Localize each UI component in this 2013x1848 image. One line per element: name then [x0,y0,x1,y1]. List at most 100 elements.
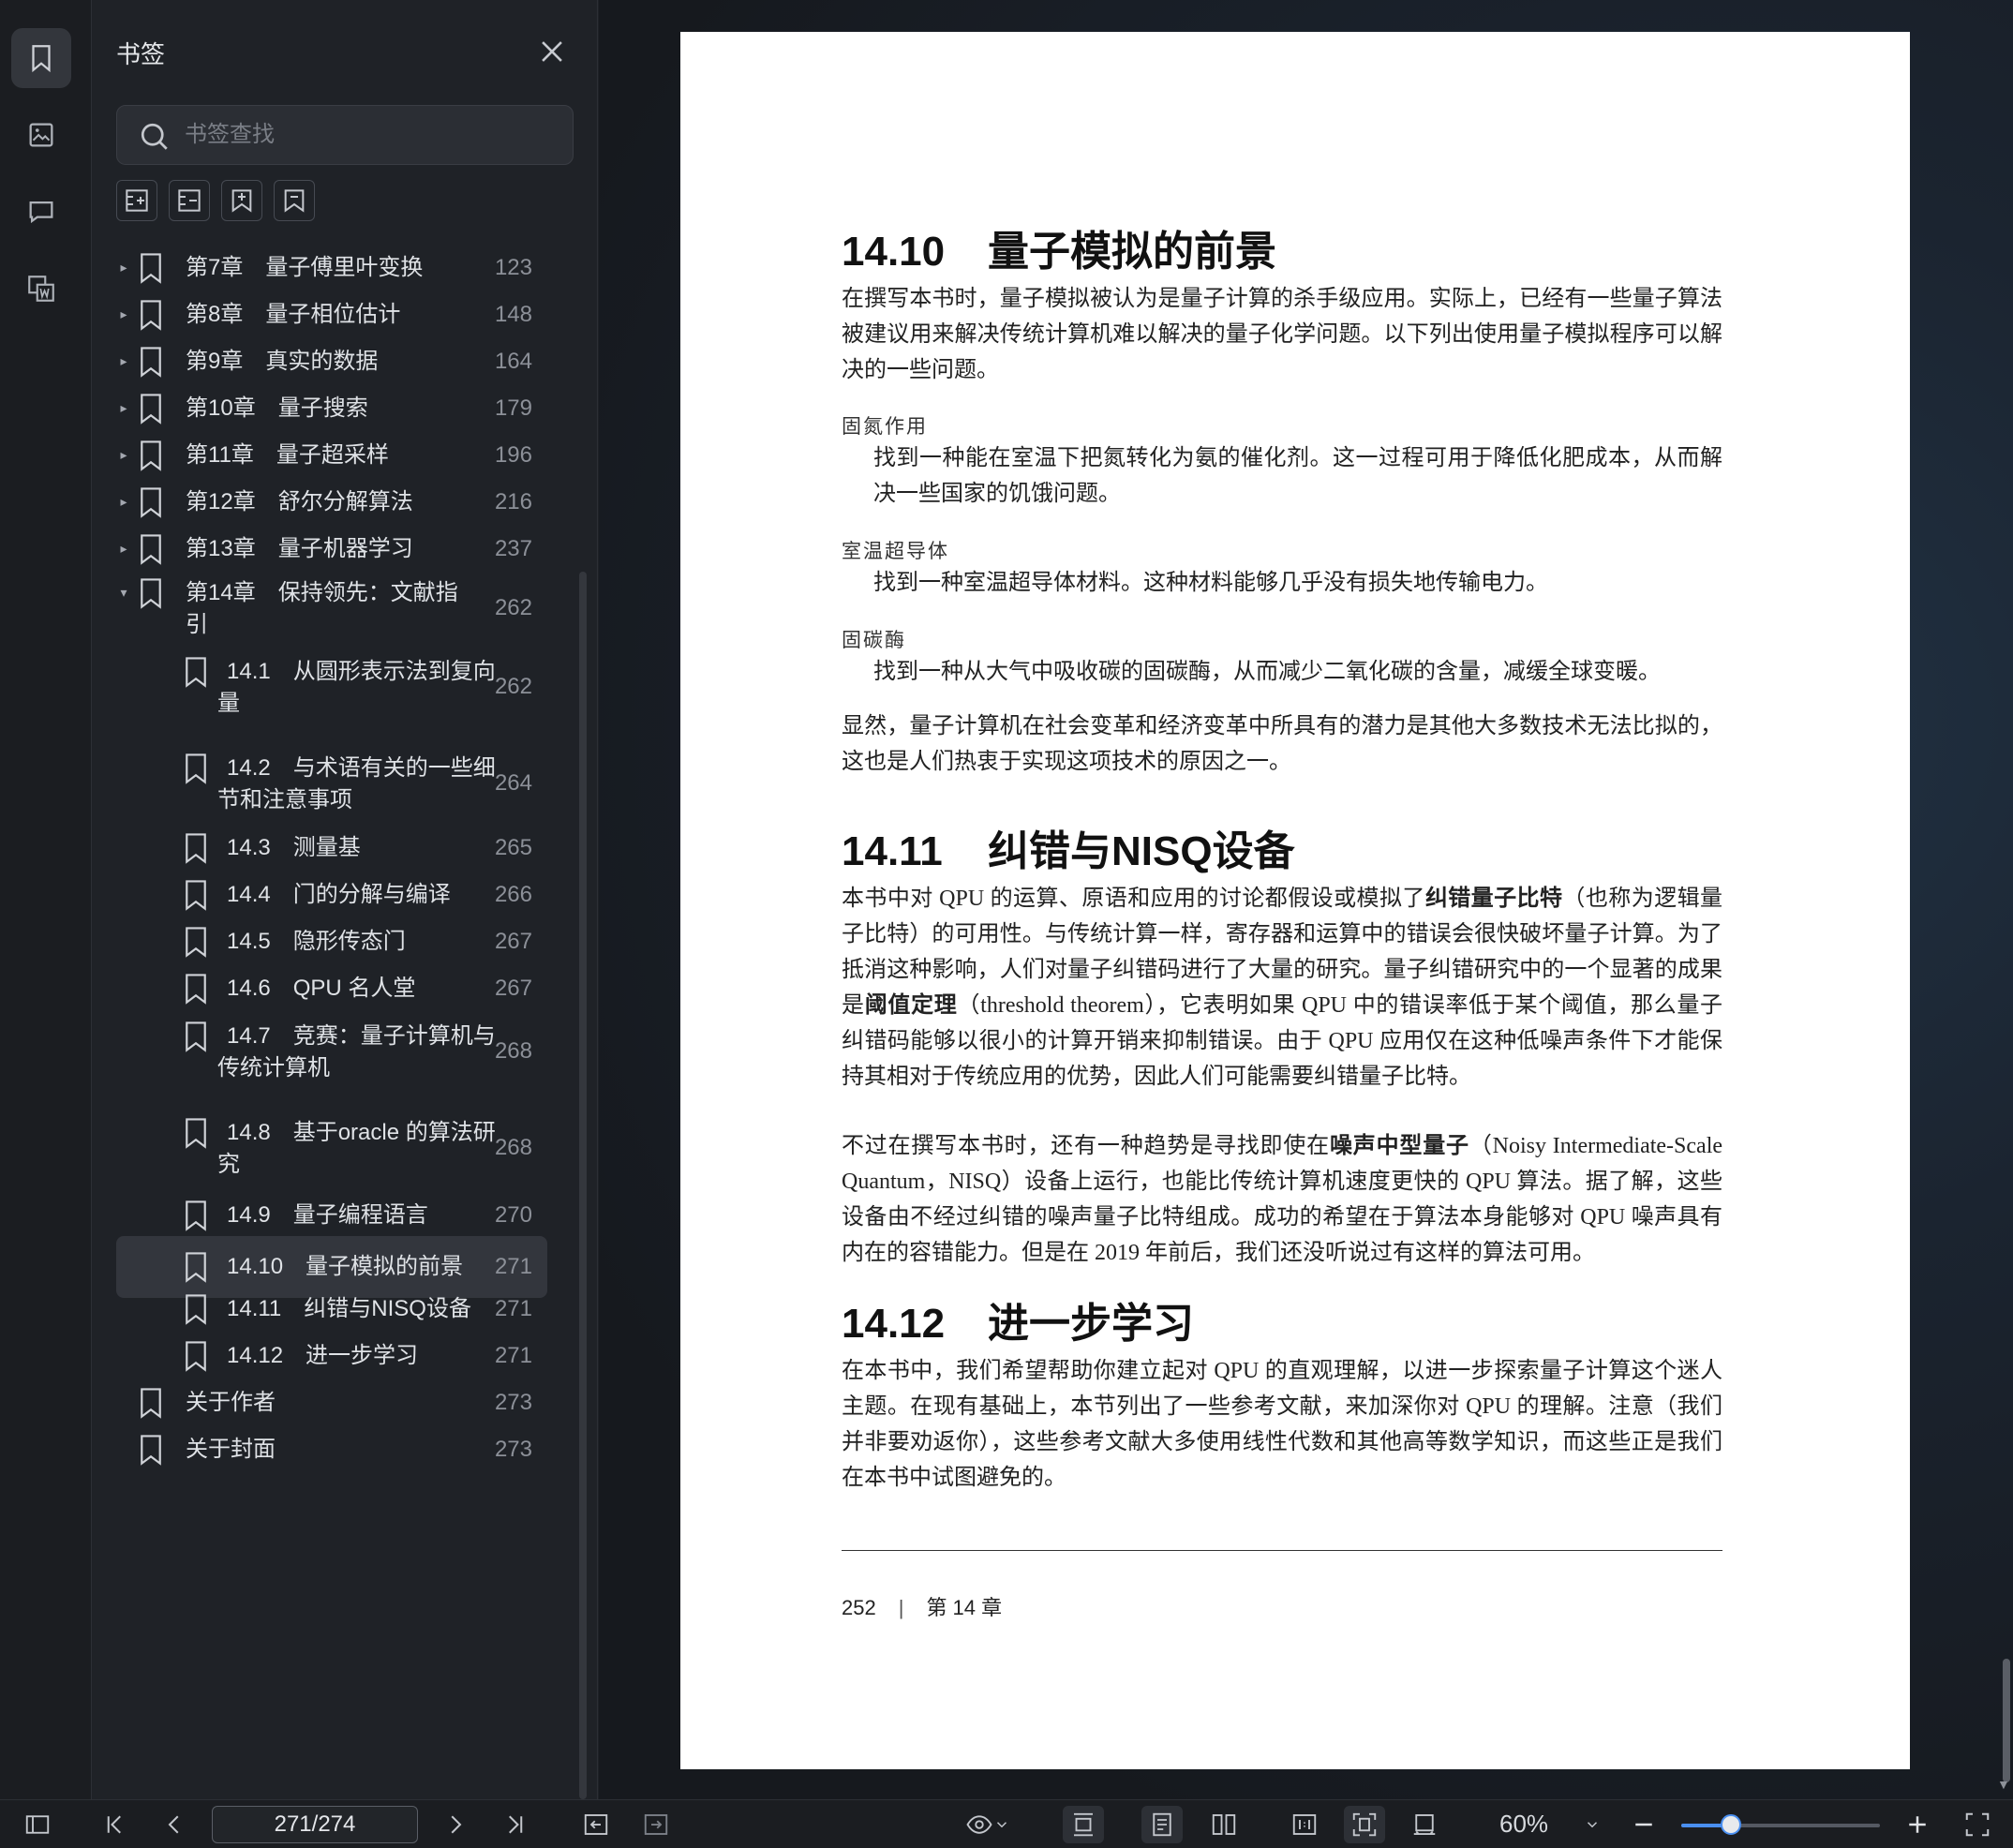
bookmark-item[interactable]: 14.3 测量基 265 [116,826,547,871]
bookmark-item[interactable]: 14.4 门的分解与编译 266 [116,872,547,917]
bookmark-item[interactable]: 关于作者 273 [116,1380,547,1425]
bookmark-label: 14.8 基于oracle 的算法研究 [217,1120,496,1177]
comment-panel-button[interactable] [11,182,71,242]
left-icon-rail [0,0,92,1799]
viewer-scrollbar[interactable] [2003,1659,2010,1782]
last-page-icon [509,1815,523,1834]
fit-height-button[interactable] [1063,1806,1104,1843]
fit-height-icon [1074,1812,1093,1837]
plus-icon [1909,1816,1926,1833]
collapse-all-button[interactable] [169,180,210,221]
zoom-out-button[interactable] [1625,1806,1663,1843]
close-icon[interactable] [536,36,568,67]
bookmark-page-number: 123 [494,255,532,280]
bookmark-item[interactable]: ▸ 第13章 量子机器学习 237 [116,527,547,572]
zoom-dropdown[interactable] [1578,1806,1606,1843]
rotate-button[interactable] [1404,1806,1445,1843]
zoom-in-button[interactable] [1899,1806,1936,1843]
bookmark-add-icon [231,189,252,213]
bookmark-label: 14.4 门的分解与编译 [227,882,451,907]
bookmark-icon [186,1341,206,1372]
single-page-button[interactable] [1141,1806,1183,1843]
bookmark-label: 第9章 真实的数据 [186,349,379,374]
bookmark-icon [186,927,206,958]
bookmark-item[interactable]: ▸ 第8章 量子相位估计 148 [116,292,547,337]
bookmark-label: 第10章 量子搜索 [186,395,368,421]
bookmark-page-number: 271 [494,1254,532,1279]
bookmark-item[interactable]: 关于封面 273 [116,1427,547,1472]
thumbnail-panel-button[interactable] [11,105,71,165]
bookmark-item[interactable]: 14.12 进一步学习 271 [116,1334,547,1379]
fullscreen-button[interactable] [1959,1806,1996,1843]
bookmark-label: 第14章 保持领先：文献指引 [186,580,458,637]
previous-page-button[interactable] [156,1806,193,1843]
bookmark-icon [141,487,161,518]
bookmark-item[interactable]: 14.1 从圆形表示法到复向量 262 [116,648,547,725]
bookmark-item[interactable]: ▾ 第14章 保持领先：文献指引 262 [116,570,547,647]
bookmark-label: 第12章 舒尔分解算法 [186,489,413,514]
definition-term: 室温超导体 [842,540,949,562]
pdf-page: 14.10 量子模拟的前景 在撰写本书时，量子模拟被认为是量子计算的杀手级应用。实… [680,32,1910,1769]
last-page-button[interactable] [497,1806,534,1843]
bookmark-icon [186,833,206,864]
bookmark-item[interactable]: ▸ 第10章 量子搜索 179 [116,386,547,431]
page-number-input[interactable]: 271/274 [212,1806,418,1843]
actual-size-button[interactable] [1284,1806,1325,1843]
chevron-right-icon[interactable]: ▸ [116,306,131,322]
word-convert-button[interactable] [11,259,71,319]
chevron-right-icon[interactable]: ▸ [116,494,131,510]
view-mode-dropdown[interactable] [960,1806,1016,1843]
two-page-icon [1212,1814,1236,1835]
zoom-level[interactable]: 60% [1499,1810,1548,1839]
search-input[interactable] [185,106,559,164]
bookmark-icon [186,657,206,688]
add-bookmark-button[interactable] [116,180,157,221]
first-page-button[interactable] [96,1806,133,1843]
bookmark-page-number: 270 [494,1202,532,1228]
paragraph: 在本书中，我们希望帮助你建立起对 QPU 的直观理解，以进一步探索量子计算这个迷… [842,1359,1722,1490]
delete-bookmark-button[interactable] [274,180,315,221]
chevron-right-icon[interactable]: ▸ [116,400,131,416]
fit-page-button[interactable] [1344,1806,1385,1843]
bookmark-item[interactable]: ▸ 第11章 量子超采样 196 [116,433,547,478]
bookmark-icon [186,1252,206,1283]
forward-button[interactable] [637,1806,675,1843]
bookmark-page-number: 273 [494,1437,532,1462]
bookmark-page-number: 196 [494,442,532,468]
bookmark-item[interactable]: 14.7 竞赛：量子计算机与传统计算机 268 [116,1013,547,1090]
paragraph: 本书中对 QPU 的运算、原语和应用的讨论都假设或模拟了纠错量子比特（也称为逻辑… [842,886,1723,1089]
chevron-right-icon[interactable]: ▸ [116,260,131,276]
bookmark-list: ▸ 第7章 量子傅里叶变换 123 ▸ 第8章 量子相位估计 148 ▸ 第9章 真实的数据 1… [92,236,598,1799]
bookmark-item[interactable]: 14.6 QPU 名人堂 267 [116,966,547,1011]
bookmark-label: 14.10 量子模拟的前景 [227,1254,464,1279]
bookmark-item[interactable]: ▸ 第9章 真实的数据 164 [116,339,547,384]
add-sub-bookmark-button[interactable] [221,180,262,221]
chevron-right-icon[interactable]: ▸ [116,447,131,463]
zoom-slider-knob[interactable] [1721,1814,1741,1835]
bookmark-item[interactable]: ▸ 第12章 舒尔分解算法 216 [116,480,547,525]
bookmark-panel-button[interactable] [11,28,71,88]
bookmark-item[interactable]: 14.11 纠错与NISQ设备 271 [116,1287,547,1332]
panel-scrollbar[interactable] [579,572,587,1799]
bookmark-item[interactable]: 14.8 基于oracle 的算法研究 268 [116,1110,547,1186]
chevron-right-icon[interactable]: ▸ [116,541,131,557]
bookmark-icon [32,45,51,73]
bookmark-page-number: 179 [494,395,532,421]
bookmark-outline-icon [284,189,305,213]
sidebar-icon [25,1815,50,1834]
bookmark-icon [186,1294,206,1325]
bookmark-label: 14.12 进一步学习 [227,1343,419,1368]
bookmark-item[interactable]: 14.2 与术语有关的一些细节和注意事项 264 [116,745,547,822]
definition-text: 找到一种从大气中吸收碳的固碳酶，从而减少二氧化碳的含量，减缓全球变暖。 [873,660,1661,684]
bookmark-search [116,105,574,165]
bookmark-item[interactable]: ▸ 第7章 量子傅里叶变换 123 [116,246,547,291]
chevron-right-icon[interactable]: ▸ [116,353,131,369]
chevron-down-icon[interactable]: ▾ [116,585,131,601]
bookmark-item[interactable]: 14.5 隐形传态门 267 [116,919,547,964]
scroll-down-icon[interactable]: ▼ [1997,1777,2010,1792]
bookmark-item[interactable]: 14.9 量子编程语言 270 [116,1193,547,1238]
back-button[interactable] [577,1806,615,1843]
toggle-sidebar-button[interactable] [19,1806,56,1843]
two-page-button[interactable] [1203,1806,1245,1843]
next-page-button[interactable] [437,1806,474,1843]
